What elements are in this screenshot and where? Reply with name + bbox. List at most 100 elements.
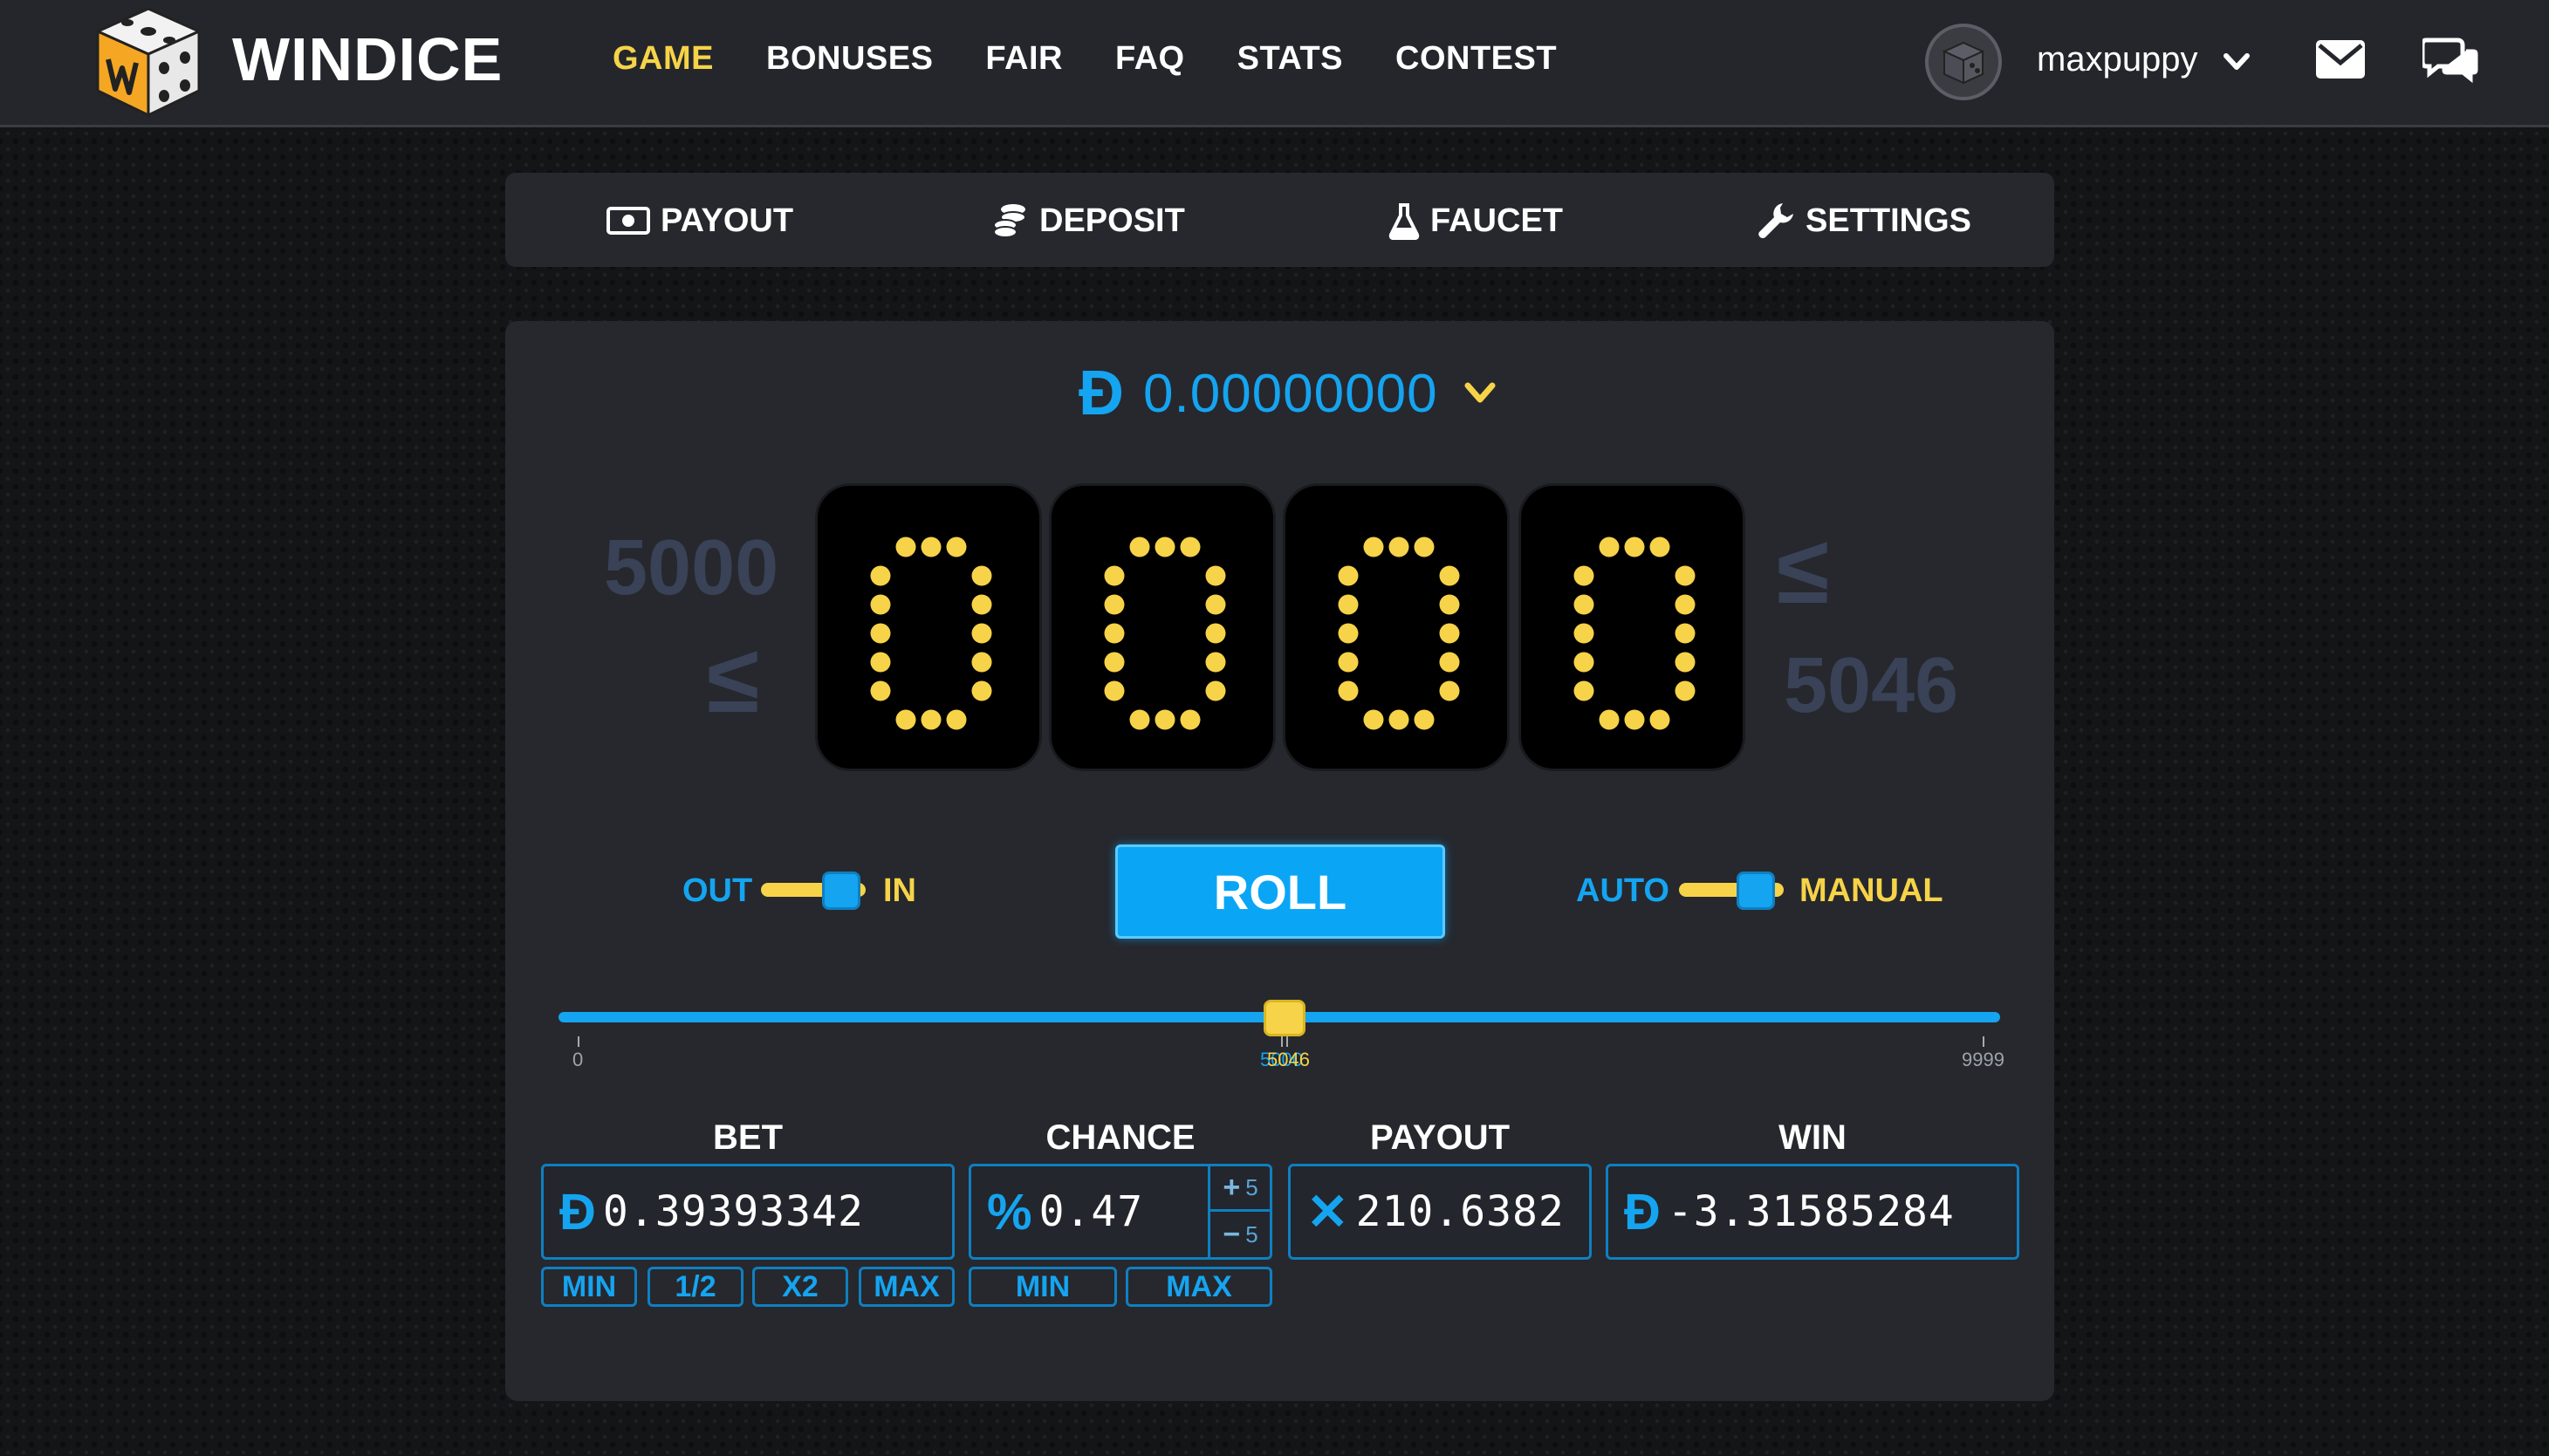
bet-double-button[interactable]: X2 <box>752 1267 848 1307</box>
mode-toggle-knob[interactable] <box>1737 872 1775 910</box>
tab-settings[interactable]: SETTINGS <box>1757 199 1971 243</box>
avatar[interactable] <box>1925 24 2002 100</box>
toggle-in-label[interactable]: IN <box>883 872 916 910</box>
digit-dot <box>1573 594 1594 615</box>
digit-dot <box>1338 623 1359 644</box>
nav-item-game[interactable]: GAME <box>613 40 714 78</box>
digit-dot <box>895 709 916 730</box>
payout-input[interactable] <box>1355 1187 1583 1236</box>
digit-dot <box>1599 709 1620 730</box>
digit-dot <box>1104 623 1125 644</box>
range-high-comparator: ≤ <box>1777 516 1830 624</box>
digit-dot <box>1649 537 1670 557</box>
tab-payout-label: PAYOUT <box>661 202 794 239</box>
target-slider-thumb[interactable] <box>1264 1000 1305 1036</box>
digit-dot <box>1675 623 1696 644</box>
range-low-comparator: ≤ <box>707 625 760 733</box>
digit-dot <box>1624 709 1645 730</box>
digit-dot <box>870 623 891 644</box>
bet-input[interactable] <box>602 1187 891 1236</box>
digit-dot <box>1205 565 1226 586</box>
slider-tick-high <box>1286 1036 1288 1047</box>
digit-dot <box>1205 680 1226 701</box>
roll-digit-3: 0 <box>1283 483 1510 771</box>
slider-tick-max <box>1983 1036 1984 1047</box>
chance-decrease-button[interactable]: − 5 <box>1210 1212 1271 1257</box>
digit-dot <box>1363 537 1384 557</box>
digit-dot <box>1104 594 1125 615</box>
mail-icon[interactable] <box>2316 40 2365 79</box>
wrench-icon <box>1758 203 1793 238</box>
toggle-auto-label[interactable]: AUTO <box>1576 872 1669 910</box>
chevron-down-icon <box>1464 382 1496 403</box>
digit-dot <box>1573 680 1594 701</box>
digit-dot <box>921 537 942 557</box>
digit-dot <box>1338 565 1359 586</box>
game-tab-bar: PAYOUT DEPOSIT FAUCET SETTINGS <box>505 173 2054 267</box>
slider-value-label: 5046 <box>1267 1049 1310 1070</box>
digit-dot <box>1104 680 1125 701</box>
nav-item-faq[interactable]: FAQ <box>1115 40 1185 78</box>
username[interactable]: maxpuppy <box>2037 40 2198 79</box>
tab-faucet[interactable]: FAUCET <box>1388 199 1563 243</box>
digit-dot <box>870 680 891 701</box>
chat-icon[interactable] <box>2422 37 2478 84</box>
chance-stepper: + 5 − 5 <box>1208 1166 1271 1257</box>
roll-button[interactable]: ROLL <box>1115 844 1445 939</box>
digit-dot <box>946 537 967 557</box>
chance-min-button[interactable]: MIN <box>969 1267 1117 1307</box>
tab-deposit[interactable]: DEPOSIT <box>992 199 1185 243</box>
nav-item-contest[interactable]: CONTEST <box>1395 40 1557 78</box>
nav-item-bonuses[interactable]: BONUSES <box>766 40 933 78</box>
digit-dot <box>1155 537 1175 557</box>
roll-digit-1: 0 <box>815 483 1042 771</box>
digit-dot <box>1573 623 1594 644</box>
digit-dot <box>1205 652 1226 673</box>
digit-dot <box>1624 537 1645 557</box>
dot-matrix-zero-icon <box>1104 537 1226 730</box>
win-title: WIN <box>1778 1118 1847 1157</box>
plus-icon: + <box>1223 1171 1241 1204</box>
brand-name[interactable]: WINDICE <box>232 24 503 94</box>
dot-matrix-zero-icon <box>1573 537 1696 730</box>
toggle-manual-label[interactable]: MANUAL <box>1799 872 1943 910</box>
nav-item-stats[interactable]: STATS <box>1237 40 1343 78</box>
digit-dot <box>1338 594 1359 615</box>
multiply-icon: ✕ <box>1306 1184 1349 1241</box>
bet-half-button[interactable]: 1/2 <box>648 1267 743 1307</box>
payout-field[interactable]: ✕ <box>1288 1164 1592 1260</box>
banknote-icon <box>606 207 650 235</box>
tab-faucet-label: FAUCET <box>1430 202 1563 239</box>
digit-dot <box>870 565 891 586</box>
bet-max-button[interactable]: MAX <box>859 1267 955 1307</box>
bet-min-button[interactable]: MIN <box>541 1267 637 1307</box>
nav-item-fair[interactable]: FAIR <box>985 40 1063 78</box>
chance-max-button[interactable]: MAX <box>1126 1267 1272 1307</box>
chevron-down-icon[interactable] <box>2222 51 2251 73</box>
balance-selector[interactable]: Đ 0.00000000 <box>1079 358 1497 429</box>
digit-dot <box>895 537 916 557</box>
dice-avatar-icon <box>1942 41 1985 85</box>
dice-logo-icon[interactable] <box>94 5 202 119</box>
chance-increase-button[interactable]: + 5 <box>1210 1166 1271 1212</box>
digit-dot <box>1414 537 1435 557</box>
digit-dot <box>1205 623 1226 644</box>
win-field[interactable]: Đ <box>1606 1164 2019 1260</box>
digit-dot <box>1439 594 1460 615</box>
flask-icon <box>1388 203 1420 240</box>
chance-input[interactable] <box>1038 1187 1196 1236</box>
digit-dot <box>971 594 992 615</box>
bet-field[interactable]: Đ <box>541 1164 955 1260</box>
win-input[interactable] <box>1667 1187 1999 1236</box>
dot-matrix-zero-icon <box>1338 537 1460 730</box>
digit-dot <box>1388 537 1409 557</box>
toggle-out-label[interactable]: OUT <box>682 872 752 910</box>
slider-max-label: 9999 <box>1962 1049 2004 1070</box>
digit-dot <box>1338 652 1359 673</box>
digit-dot <box>971 680 992 701</box>
digit-dot <box>1439 652 1460 673</box>
direction-toggle-knob[interactable] <box>822 872 860 910</box>
minus-icon: − <box>1223 1217 1241 1251</box>
tab-payout[interactable]: PAYOUT <box>606 199 793 243</box>
digit-dot <box>1155 709 1175 730</box>
